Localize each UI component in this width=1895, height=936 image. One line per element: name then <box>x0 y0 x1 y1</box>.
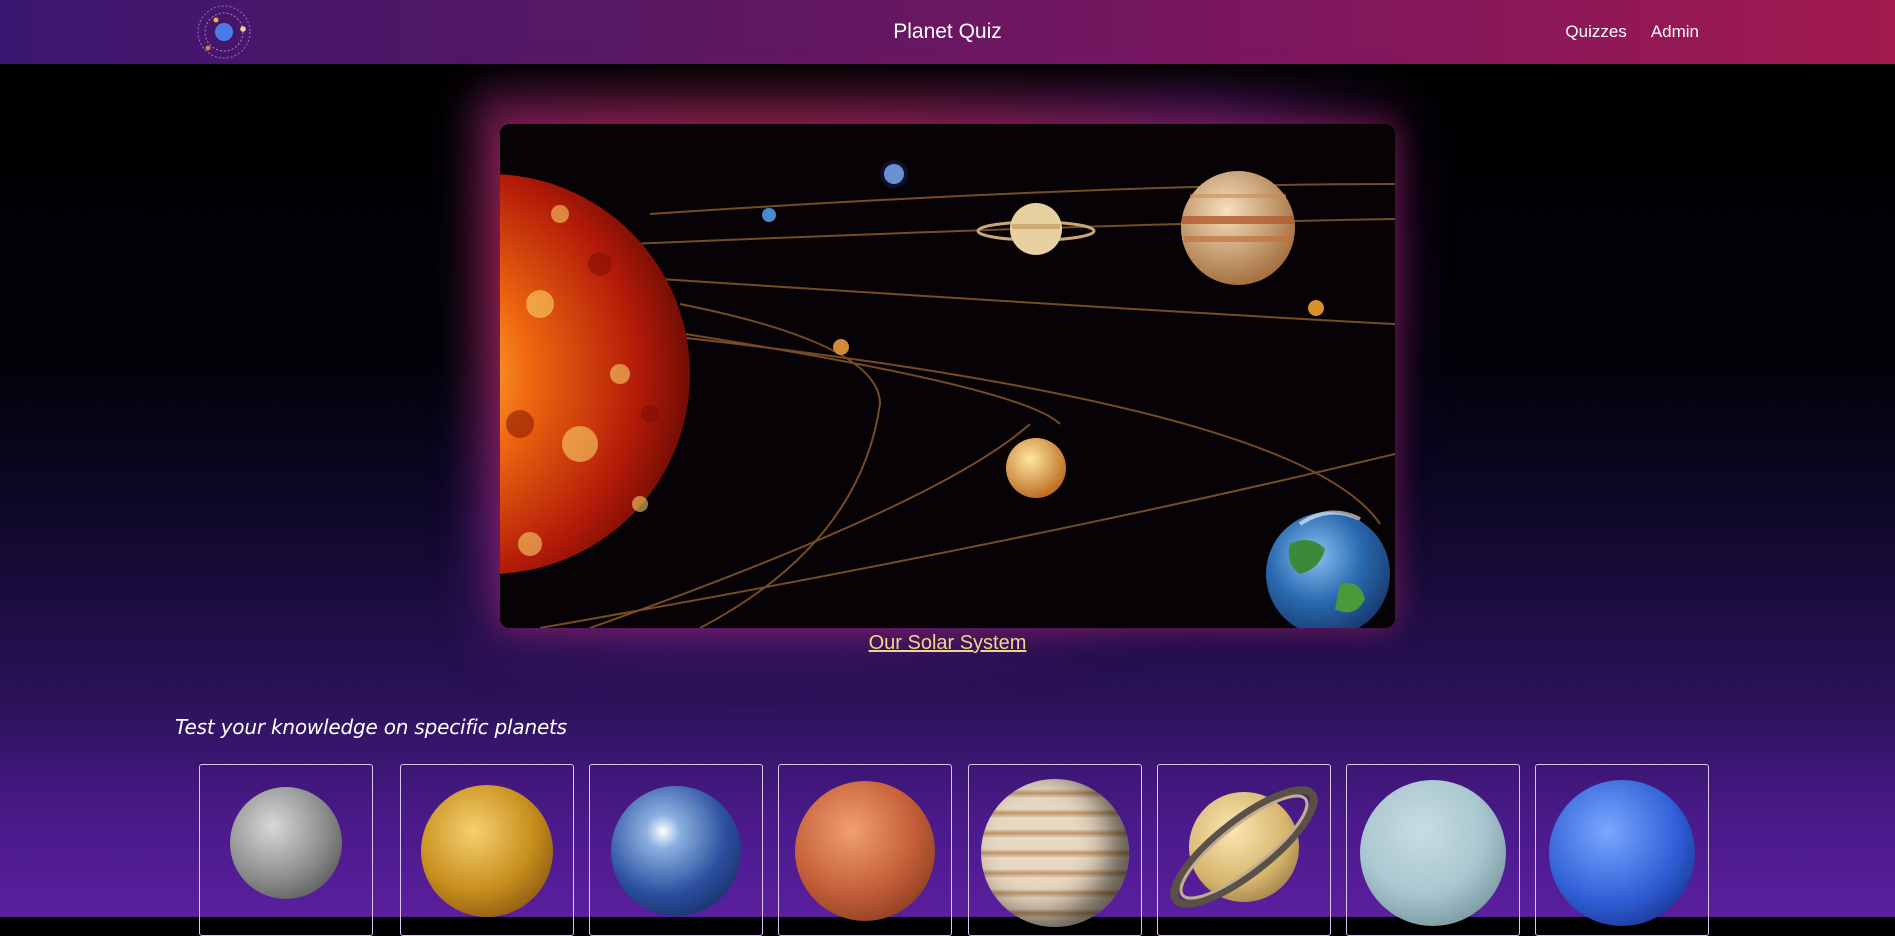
navbar: Planet Quiz Quizzes Admin <box>0 0 1895 64</box>
planet-card-mars[interactable] <box>778 764 952 936</box>
planet-card-saturn[interactable] <box>1157 764 1331 936</box>
earth-planet-icon <box>611 786 741 916</box>
planet-card-earth[interactable] <box>589 764 763 936</box>
nav-link-quizzes[interactable]: Quizzes <box>1565 22 1626 42</box>
saturn-rings <box>1170 786 1318 908</box>
planet-card-neptune[interactable] <box>1535 764 1709 936</box>
jupiter-planet-icon <box>981 779 1129 927</box>
planet-card-mercury[interactable] <box>199 764 373 936</box>
planet-card-jupiter[interactable] <box>968 764 1142 936</box>
hero-caption-link[interactable]: Our Solar System <box>0 632 1895 655</box>
venus-planet-icon <box>421 785 553 917</box>
solar-system-illustration[interactable] <box>500 124 1395 628</box>
planet-card-venus[interactable] <box>400 764 574 936</box>
neptune-planet-icon <box>1549 780 1695 926</box>
section-heading: Test your knowledge on specific planets <box>175 715 567 739</box>
mars-planet-icon <box>795 781 935 921</box>
mercury-planet-icon <box>230 787 342 899</box>
nav-links: Quizzes Admin <box>1565 22 1699 42</box>
planet-card-uranus[interactable] <box>1346 764 1520 936</box>
uranus-planet-icon <box>1360 780 1506 926</box>
nav-link-admin[interactable]: Admin <box>1651 22 1699 42</box>
